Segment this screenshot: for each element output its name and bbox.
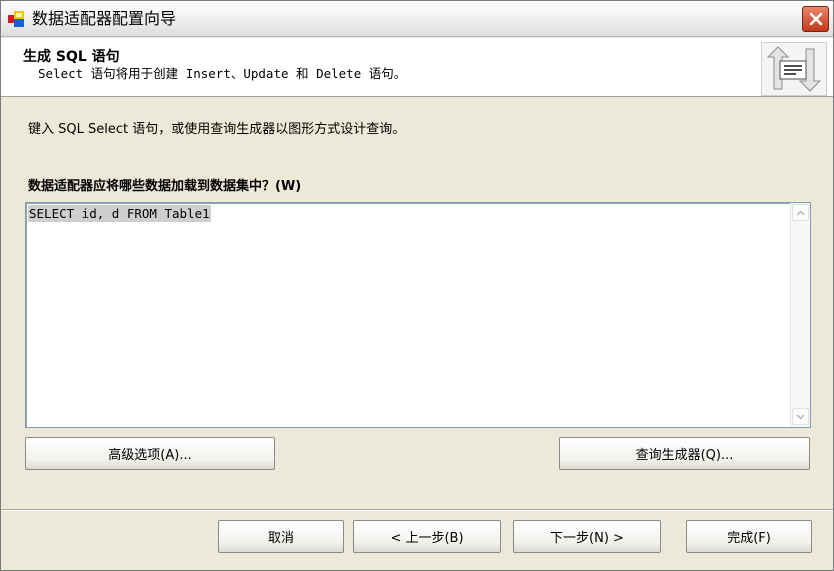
close-icon xyxy=(809,12,822,26)
cancel-button[interactable]: 取消 xyxy=(218,520,344,553)
database-sync-icon xyxy=(761,42,827,96)
back-button[interactable]: < 上一步(B) xyxy=(353,520,501,553)
footer-separator xyxy=(1,509,833,511)
sql-statement-text[interactable]: SELECT id, d FROM Table1 xyxy=(28,205,211,222)
wizard-window: 数据适配器配置向导 生成 SQL 语句 Select 语句将用于创建 Inser… xyxy=(0,0,834,571)
chevron-up-icon xyxy=(796,209,805,216)
scroll-up-button[interactable] xyxy=(792,204,809,221)
chevron-down-icon xyxy=(796,413,805,420)
title-bar[interactable]: 数据适配器配置向导 xyxy=(1,1,833,37)
vertical-scrollbar[interactable] xyxy=(790,203,810,427)
finish-button[interactable]: 完成(F) xyxy=(686,520,812,553)
data-adapter-icon xyxy=(8,10,26,28)
instruction-text: 键入 SQL Select 语句，或使用查询生成器以图形方式设计查询。 xyxy=(28,122,406,137)
sql-prompt-label: 数据适配器应将哪些数据加载到数据集中？(W) xyxy=(28,179,302,194)
scroll-down-button[interactable] xyxy=(792,408,809,425)
close-button[interactable] xyxy=(802,6,829,32)
window-title: 数据适配器配置向导 xyxy=(32,9,177,28)
sql-statement-input[interactable]: SELECT id, d FROM Table1 xyxy=(25,202,811,428)
next-button[interactable]: 下一步(N) > xyxy=(513,520,661,553)
page-subtitle: Select 语句将用于创建 Insert、Update 和 Delete 语句… xyxy=(38,66,407,81)
query-builder-button[interactable]: 查询生成器(Q)... xyxy=(559,437,810,470)
advanced-options-button[interactable]: 高级选项(A)... xyxy=(25,437,275,470)
wizard-header: 生成 SQL 语句 Select 语句将用于创建 Insert、Update 和… xyxy=(1,38,833,97)
